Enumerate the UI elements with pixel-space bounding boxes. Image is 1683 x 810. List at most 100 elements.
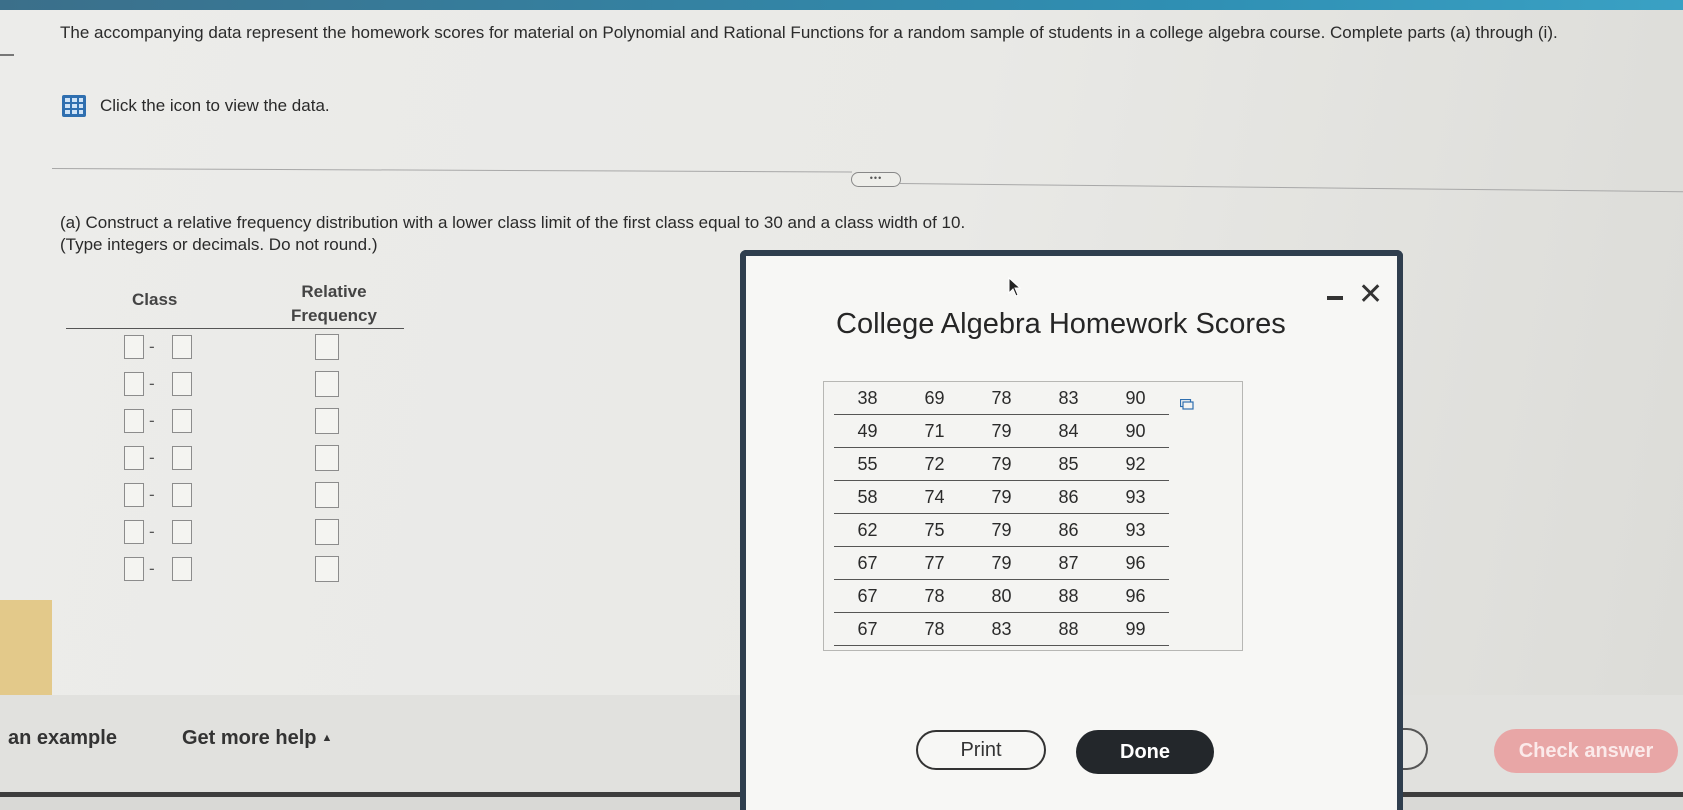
lower-class-limit-input[interactable]: [124, 409, 144, 433]
data-table-icon[interactable]: [62, 95, 86, 117]
score-cell: 79: [968, 447, 1035, 481]
upper-class-limit-input[interactable]: [172, 335, 192, 359]
score-cell: 49: [834, 414, 901, 448]
score-cell: 75: [901, 513, 968, 547]
score-cell: 80: [968, 579, 1035, 613]
score-cell: 79: [968, 546, 1035, 580]
score-cell: 38: [834, 382, 901, 415]
score-cell: 99: [1102, 612, 1169, 646]
score-cell: 79: [968, 414, 1035, 448]
score-cell: 55: [834, 447, 901, 481]
frequency-row: -: [66, 514, 404, 551]
relative-frequency-input[interactable]: [315, 408, 339, 434]
score-row: 49 71 79 84 90: [834, 414, 1169, 448]
score-row: 62 75 79 86 93: [834, 513, 1169, 547]
score-cell: 86: [1035, 513, 1102, 547]
side-collapse-handle[interactable]: [0, 54, 14, 56]
score-cell: 67: [834, 579, 901, 613]
close-icon[interactable]: ✕: [1358, 280, 1383, 310]
lower-class-limit-input[interactable]: [124, 446, 144, 470]
score-row: 38 69 78 83 90: [834, 382, 1169, 415]
class-dash: -: [149, 485, 155, 504]
relative-frequency-input[interactable]: [315, 482, 339, 508]
check-answer-button[interactable]: Check answer: [1494, 729, 1678, 773]
score-cell: 84: [1035, 414, 1102, 448]
caret-up-icon: ▲: [321, 732, 333, 744]
class-dash: -: [149, 337, 155, 356]
upper-class-limit-input[interactable]: [172, 372, 192, 396]
get-more-help-button[interactable]: Get more help ▲: [182, 727, 332, 750]
relative-frequency-input[interactable]: [315, 334, 339, 360]
rel-header-line2: Frequency: [291, 306, 377, 325]
score-cell: 79: [968, 480, 1035, 514]
relative-frequency-table: Class Relative Frequency - - - - - - -: [66, 276, 404, 588]
score-cell: 83: [968, 612, 1035, 646]
upper-class-limit-input[interactable]: [172, 520, 192, 544]
done-button[interactable]: Done: [1076, 730, 1214, 774]
rel-header-line1: Relative: [301, 282, 367, 301]
score-cell: 93: [1102, 513, 1169, 547]
frequency-row: -: [66, 329, 404, 366]
score-cell: 83: [1035, 382, 1102, 415]
score-cell: 93: [1102, 480, 1169, 514]
upper-class-limit-input[interactable]: [172, 446, 192, 470]
score-cell: 92: [1102, 447, 1169, 481]
lower-class-limit-input[interactable]: [124, 483, 144, 507]
side-highlight: [0, 600, 52, 695]
relative-frequency-input[interactable]: [315, 556, 339, 582]
score-cell: 79: [968, 513, 1035, 547]
frequency-row: -: [66, 366, 404, 403]
score-cell: 90: [1102, 414, 1169, 448]
lower-class-limit-input[interactable]: [124, 520, 144, 544]
score-row: 67 78 80 88 96: [834, 579, 1169, 613]
score-cell: 78: [968, 382, 1035, 415]
score-cell: 85: [1035, 447, 1102, 481]
copy-data-icon[interactable]: [1180, 399, 1194, 410]
score-cell: 96: [1102, 546, 1169, 580]
upper-class-limit-input[interactable]: [172, 483, 192, 507]
score-cell: 71: [901, 414, 968, 448]
score-cell: 90: [1102, 382, 1169, 415]
score-cell: 74: [901, 480, 968, 514]
relative-frequency-input[interactable]: [315, 371, 339, 397]
print-button[interactable]: Print: [916, 730, 1046, 770]
score-cell: 62: [834, 513, 901, 547]
relative-frequency-input[interactable]: [315, 445, 339, 471]
score-cell: 96: [1102, 579, 1169, 613]
mouse-cursor-icon: [1008, 277, 1022, 297]
popup-title: College Algebra Homework Scores: [836, 308, 1286, 340]
lower-class-limit-input[interactable]: [124, 557, 144, 581]
data-popup-window: College Algebra Homework Scores ✕ 38 69 78…: [740, 250, 1403, 810]
lower-class-limit-input[interactable]: [124, 372, 144, 396]
frequency-row: -: [66, 403, 404, 440]
frequency-row: -: [66, 551, 404, 588]
frequency-row: -: [66, 477, 404, 514]
upper-class-limit-input[interactable]: [172, 557, 192, 581]
scores-data-frame: 38 69 78 83 90 49 71 79 84 90 55 72 79 85 92 58 74 79 86 93…: [823, 381, 1243, 651]
score-cell: 67: [834, 612, 901, 646]
view-data-link[interactable]: Click the icon to view the data.: [62, 95, 330, 117]
class-dash: -: [149, 448, 155, 467]
relative-frequency-input[interactable]: [315, 519, 339, 545]
view-data-text: Click the icon to view the data.: [100, 96, 330, 115]
score-cell: 88: [1035, 612, 1102, 646]
part-a-line1: (a) Construct a relative frequency distr…: [60, 213, 966, 232]
score-cell: 67: [834, 546, 901, 580]
score-cell: 58: [834, 480, 901, 514]
frequency-row: -: [66, 440, 404, 477]
score-cell: 88: [1035, 579, 1102, 613]
relative-frequency-column-header: Relative Frequency: [279, 280, 389, 328]
scores-table: 38 69 78 83 90 49 71 79 84 90 55 72 79 85 92 58 74 79 86 93…: [834, 382, 1169, 646]
class-dash: -: [149, 522, 155, 541]
upper-class-limit-input[interactable]: [172, 409, 192, 433]
score-cell: 72: [901, 447, 968, 481]
lower-class-limit-input[interactable]: [124, 335, 144, 359]
get-more-help-label: Get more help: [182, 727, 317, 749]
score-row: 55 72 79 85 92: [834, 447, 1169, 481]
view-example-link[interactable]: an example: [8, 727, 117, 750]
minimize-icon[interactable]: [1327, 296, 1343, 300]
score-row: 67 77 79 87 96: [834, 546, 1169, 580]
expand-more-button[interactable]: •••: [851, 172, 901, 187]
class-column-header: Class: [132, 290, 178, 309]
score-cell: 87: [1035, 546, 1102, 580]
